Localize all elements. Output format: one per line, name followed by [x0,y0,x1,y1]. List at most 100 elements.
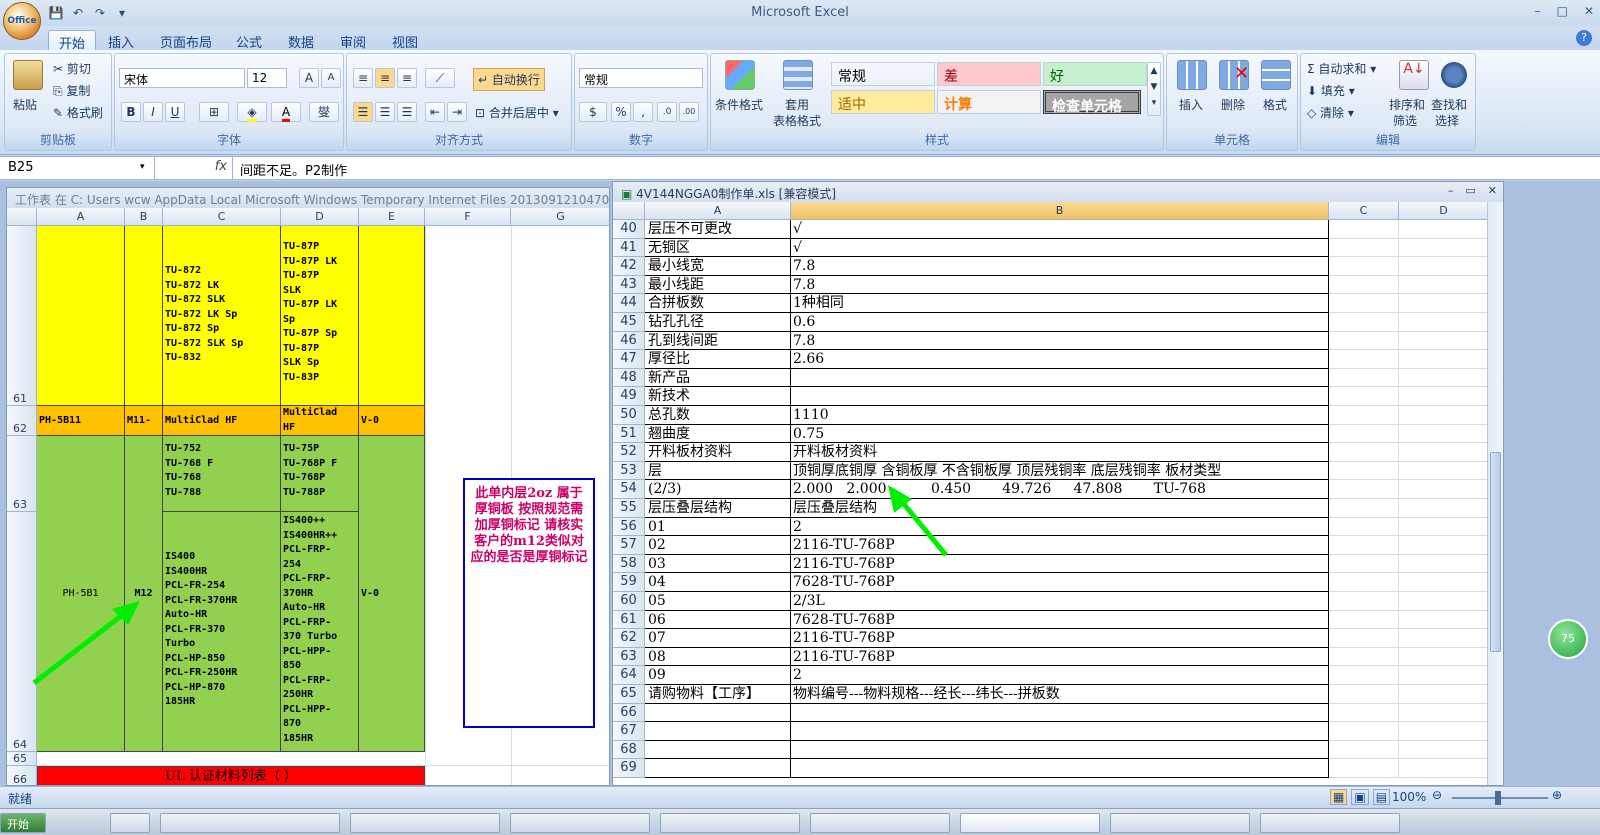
orientation-button[interactable]: ⟋ [425,68,455,88]
customize-qat-icon[interactable]: ▾ [114,5,130,21]
cell-a63[interactable]: 08 [645,647,791,667]
conditional-format-button[interactable]: 条件格式 [715,96,763,113]
restore-button[interactable]: ▭ [1465,184,1475,197]
cell-d53[interactable] [1399,461,1489,481]
cell-c43[interactable] [1329,275,1399,295]
cell-d66[interactable] [1399,703,1489,723]
cell-a61[interactable] [37,226,125,406]
cell-d58[interactable] [1399,554,1489,574]
cell-d67[interactable] [1399,722,1489,741]
style-bad[interactable]: 差 [937,62,1041,86]
cell-d49[interactable] [1399,387,1489,406]
cell-c64[interactable]: IS400 IS400HR PCL-FR-254 PCL-FR-370HR Au… [163,512,281,752]
column-header[interactable]: C [163,208,281,226]
cell-c67[interactable] [1329,722,1399,741]
cell-a42[interactable]: 最小线宽 [645,257,791,276]
cell-d56[interactable] [1399,517,1489,537]
cell-b44[interactable]: 1种相同 [791,294,1329,313]
merge-center-button[interactable]: ⊡ 合并后居中 ▾ [475,104,559,121]
cell-b62[interactable]: M11- [125,406,163,436]
close-button[interactable]: ✕ [1488,184,1497,197]
cell-c62[interactable]: MultiClad HF [163,406,281,436]
cell-a65[interactable]: 请购物料【工序】 [645,685,791,704]
cell-b50[interactable]: 1110 [791,406,1329,425]
cell-b49[interactable] [791,387,1329,406]
cell-c63[interactable] [1329,647,1399,667]
column-header[interactable]: F [425,208,511,226]
cell-e63[interactable]: V-0 [359,436,425,752]
row-header[interactable]: 67 [613,722,645,741]
name-box[interactable]: B25 [0,157,155,179]
cell-c52[interactable] [1329,443,1399,462]
row-header[interactable]: 53 [613,461,645,481]
row-header[interactable]: 64 [613,666,645,685]
cell-d59[interactable] [1399,573,1489,592]
tab-formulas[interactable]: 公式 [226,30,272,51]
cell-b65[interactable]: 物料编号---物料规格---经长---纬长---拼板数 [791,685,1329,704]
cell-c58[interactable] [1329,554,1399,574]
align-left-button[interactable]: ☰ [353,102,373,122]
select-all-corner[interactable] [613,202,645,220]
row-header[interactable]: 63 [7,436,37,512]
undo-icon[interactable]: ↶ [70,5,86,21]
cell-d69[interactable] [1399,759,1489,778]
increase-indent-button[interactable]: ⇥ [447,102,467,122]
delete-cells-button[interactable]: 删除 [1221,96,1245,113]
taskbar-item[interactable] [510,813,650,833]
cell-c49[interactable] [1329,387,1399,406]
format-painter-button[interactable]: ✎ 格式刷 [53,104,103,121]
taskbar-item[interactable] [1260,813,1400,833]
row-header[interactable]: 42 [613,257,645,276]
cell-c62[interactable] [1329,629,1399,648]
cell-a45[interactable]: 钻孔孔径 [645,313,791,332]
format-cells-button[interactable]: 格式 [1263,96,1287,113]
wrap-text-button[interactable]: ↵ 自动换行 [473,68,545,91]
row-header[interactable]: 61 [7,226,37,406]
taskbar-item[interactable] [1110,813,1250,833]
insert-cells-button[interactable]: 插入 [1179,96,1203,113]
autosum-button[interactable]: Σ 自动求和 ▾ [1307,60,1376,77]
column-header[interactable]: C [1329,202,1399,220]
cell-b61[interactable] [125,226,163,406]
name-box-dropdown-icon[interactable]: ▾ [140,162,145,172]
zoom-level[interactable]: 100% [1392,790,1426,804]
cell-c54[interactable] [1329,480,1399,499]
row-header[interactable]: 55 [613,499,645,518]
row-header[interactable]: 51 [613,424,645,444]
cell-a58[interactable]: 03 [645,554,791,574]
zoom-in-icon[interactable]: ⊕ [1552,788,1562,802]
start-button[interactable]: 开始 [0,813,46,833]
cell-a46[interactable]: 孔到线间距 [645,331,791,351]
style-neutral[interactable]: 适中 [831,90,935,114]
row-header[interactable]: 41 [613,238,645,258]
zoom-out-icon[interactable]: ⊖ [1432,788,1442,802]
fx-icon[interactable]: fx [157,159,227,177]
cell-d62[interactable]: MultiClad HF [281,406,359,436]
cell-b55[interactable]: 层压叠层结构 [791,499,1329,518]
align-center-button[interactable]: ☰ [375,102,395,122]
phonetic-button[interactable]: 燮 [309,102,339,122]
cell-c57[interactable] [1329,536,1399,555]
cut-button[interactable]: ✂ 剪切 [53,60,91,77]
formula-input[interactable]: 间距不足。P2制作 [240,160,347,179]
row-header[interactable]: 54 [613,480,645,499]
cell-c55[interactable] [1329,499,1399,518]
cell-b41[interactable]: √ [791,238,1329,258]
row-header[interactable]: 66 [613,703,645,723]
sort-filter-button[interactable]: 排序和 [1389,96,1425,113]
cell-d61[interactable] [1399,610,1489,630]
row-header[interactable]: 49 [613,387,645,406]
cell-c64[interactable] [1329,666,1399,685]
cell-c46[interactable] [1329,331,1399,351]
row-header[interactable]: 50 [613,406,645,425]
font-size-select[interactable]: 12 [247,68,287,88]
maximize-button[interactable]: □ [1557,4,1568,18]
cell-a43[interactable]: 最小线距 [645,275,791,295]
cell-a44[interactable]: 合拼板数 [645,294,791,313]
cell-d55[interactable] [1399,499,1489,518]
cell-a47[interactable]: 厚径比 [645,350,791,369]
cell-b51[interactable]: 0.75 [791,424,1329,444]
cell-d46[interactable] [1399,331,1489,351]
cell-d68[interactable] [1399,740,1489,760]
cell-a50[interactable]: 总孔数 [645,406,791,425]
